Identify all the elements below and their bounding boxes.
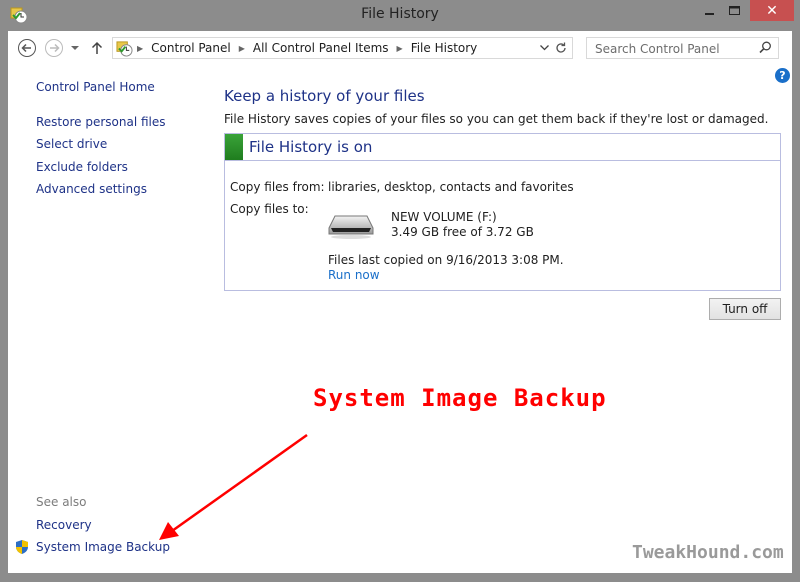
see-also-label: See also (36, 495, 87, 509)
close-icon: ✕ (766, 2, 778, 19)
window-content: ▶ Control Panel ▶ All Control Panel Item… (8, 31, 792, 573)
drive-space: 3.49 GB free of 3.72 GB (391, 225, 534, 239)
breadcrumb-control-panel[interactable]: Control Panel (151, 41, 231, 55)
drive-name: NEW VOLUME (F:) (391, 210, 497, 224)
window-frame: File History ✕ ▶ Control Panel ▶ All Con… (0, 0, 800, 582)
sidebar-link-select-drive[interactable]: Select drive (36, 137, 107, 151)
breadcrumb-all-items[interactable]: All Control Panel Items (253, 41, 389, 55)
maximize-button[interactable] (722, 0, 748, 21)
chevron-down-icon (71, 46, 79, 50)
copy-from-label: Copy files from: (230, 180, 325, 194)
breadcrumb-file-history[interactable]: File History (411, 41, 478, 55)
navigation-bar: ▶ Control Panel ▶ All Control Panel Item… (8, 31, 792, 65)
sidebar-link-exclude-folders[interactable]: Exclude folders (36, 160, 128, 174)
status-title: File History is on (249, 138, 373, 156)
breadcrumb-separator-icon[interactable]: ▶ (397, 44, 403, 53)
turn-off-button[interactable]: Turn off (709, 298, 781, 320)
copy-to-label: Copy files to: (230, 202, 309, 216)
help-icon: ? (779, 69, 786, 82)
up-arrow-icon (91, 41, 103, 54)
close-button[interactable]: ✕ (750, 0, 794, 21)
forward-button[interactable] (44, 38, 64, 58)
breadcrumb-separator-icon[interactable]: ▶ (137, 44, 143, 53)
help-button[interactable]: ? (775, 68, 790, 83)
status-header: File History is on (225, 134, 780, 161)
last-copied-text: Files last copied on 9/16/2013 3:08 PM. (328, 253, 564, 267)
minimize-button[interactable] (697, 0, 723, 21)
uac-shield-icon (14, 539, 30, 558)
drive-icon (327, 210, 375, 243)
chevron-down-icon (539, 45, 549, 51)
recent-locations-button[interactable] (68, 38, 82, 58)
breadcrumb-separator-icon[interactable]: ▶ (239, 44, 245, 53)
annotation-label: System Image Backup (313, 384, 607, 412)
page-description: File History saves copies of your files … (224, 112, 769, 126)
search-input[interactable] (593, 39, 757, 59)
search-icon[interactable] (759, 41, 772, 57)
refresh-icon (555, 42, 566, 53)
sidebar-link-system-image-backup[interactable]: System Image Backup (36, 540, 170, 554)
title-bar[interactable]: File History ✕ (0, 0, 800, 31)
address-bar[interactable]: ▶ Control Panel ▶ All Control Panel Item… (112, 37, 573, 59)
watermark: TweakHound.com (632, 542, 784, 563)
sidebar-link-recovery[interactable]: Recovery (36, 518, 92, 532)
window-title: File History (361, 6, 439, 22)
status-indicator (225, 134, 243, 160)
forward-arrow-icon (45, 39, 63, 57)
refresh-button[interactable] (549, 37, 573, 59)
status-panel: File History is on Copy files from: libr… (224, 133, 781, 291)
copy-from-value: libraries, desktop, contacts and favorit… (328, 180, 574, 194)
search-box[interactable] (586, 37, 779, 59)
sidebar-link-restore-personal-files[interactable]: Restore personal files (36, 115, 166, 129)
back-arrow-icon (18, 39, 36, 57)
sidebar-link-advanced-settings[interactable]: Advanced settings (36, 182, 147, 196)
file-history-icon (116, 40, 133, 57)
back-button[interactable] (17, 38, 37, 58)
sidebar-link-control-panel-home[interactable]: Control Panel Home (36, 80, 155, 94)
run-now-link[interactable]: Run now (328, 268, 380, 282)
up-button[interactable] (89, 38, 105, 58)
page-heading: Keep a history of your files (224, 87, 425, 105)
